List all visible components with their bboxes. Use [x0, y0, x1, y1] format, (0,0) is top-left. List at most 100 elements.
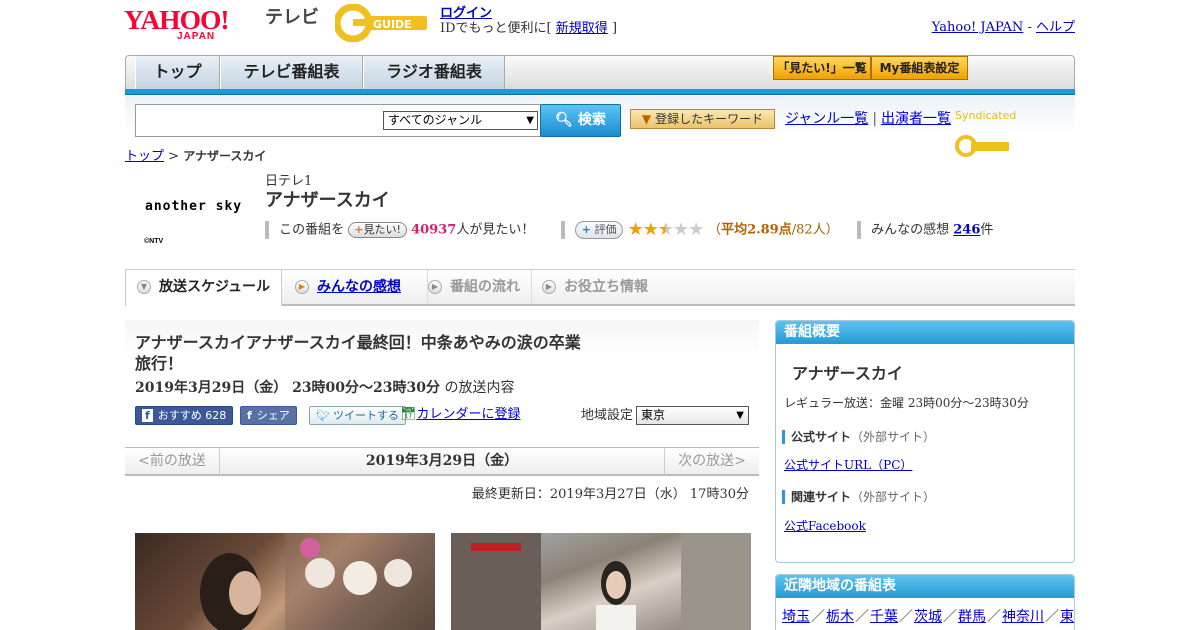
chevron-down-icon: ▼: [137, 280, 151, 294]
search-link-sep: |: [872, 111, 878, 127]
region-link-tochigi[interactable]: 栃木: [826, 609, 854, 625]
facebook-icon: f: [142, 409, 153, 422]
region-link-ibaraki[interactable]: 茨城: [914, 609, 942, 625]
facebook-share-button[interactable]: f シェア: [240, 406, 297, 425]
average-score: 平均2.89点: [721, 222, 792, 238]
subtab-schedule[interactable]: ▼ 放送スケジュール: [125, 270, 282, 306]
genre-select[interactable]: すべてのジャンル ▼: [383, 111, 538, 130]
rate-button-label: 評価: [594, 223, 617, 236]
cast-list-link[interactable]: 出演者一覧: [881, 111, 951, 127]
last-updated: 最終更新日：2019年3月27日（水） 17時30分: [471, 487, 749, 502]
episode-photo-art: [451, 533, 751, 630]
official-site-link[interactable]: 公式サイトURL（PC）: [784, 456, 912, 473]
current-broadcast-date: 2019年3月29日（金）: [365, 453, 519, 469]
facebook-icon: f: [247, 409, 252, 422]
login-link[interactable]: ログイン: [440, 6, 492, 21]
genre-select-value: すべてのジャンル: [388, 113, 483, 127]
genre-list-link[interactable]: ジャンル一覧: [785, 111, 868, 127]
nearby-region-list: 埼玉／栃木／千葉／茨城／群馬／神奈川／東: [782, 609, 1074, 625]
tweet-button[interactable]: 🐦︎ ツイートする: [309, 406, 406, 425]
dropdown-arrow-icon: ▼: [526, 115, 534, 126]
official-facebook-link[interactable]: 公式Facebook: [784, 517, 866, 534]
yahoo-japan-logo[interactable]: YAHOO! JAPAN: [124, 6, 261, 42]
search-button-label: 検索: [577, 112, 606, 128]
region-link-chiba[interactable]: 千葉: [870, 609, 898, 625]
next-broadcast-button[interactable]: 次の放送>: [664, 448, 759, 475]
svg-text:GUIDE: GUIDE: [373, 18, 412, 31]
gguide-small-icon: [955, 135, 1009, 157]
episode-title: アナザースカイアナザースカイ最終回！中条あやみの涙の卒業旅行！: [135, 333, 581, 373]
program-title: アナザースカイ: [265, 190, 390, 211]
subtab-flow[interactable]: ▶ 番組の流れ: [427, 270, 537, 304]
average-count: /82人）: [791, 222, 839, 238]
help-link[interactable]: ヘルプ: [1036, 20, 1075, 35]
rate-button[interactable]: + 評価: [574, 221, 624, 239]
official-site-note: （外部サイト）: [851, 430, 936, 444]
episode-photo: [451, 533, 751, 630]
keyword-button-label: 登録したキーワード: [655, 112, 764, 126]
triangle-down-icon: ▼: [641, 112, 652, 126]
twitter-bird-icon: 🐦︎: [316, 409, 330, 422]
subtab-impressions[interactable]: ▶ みんなの感想: [295, 270, 425, 304]
tweet-label: ツイートする: [332, 409, 399, 422]
related-site-heading: 関連サイト（外部サイト）: [782, 490, 935, 504]
station-name: 日テレ1: [265, 174, 313, 189]
plus-icon: +: [581, 223, 591, 236]
want-button-label: 見たい!: [363, 223, 401, 236]
breadcrumb-home[interactable]: トップ: [125, 149, 164, 164]
broadcast-pager: <前の放送 2019年3月29日（金） 次の放送>: [125, 447, 759, 476]
yahoo-japan-link[interactable]: Yahoo! JAPAN: [932, 20, 1024, 35]
impressions-count-link[interactable]: 246: [953, 223, 980, 238]
region-label: 地域設定: [581, 408, 634, 423]
facebook-recommend-button[interactable]: f おすすめ 628: [135, 406, 234, 425]
facebook-share-label: シェア: [256, 409, 290, 422]
episode-date-suffix: の放送内容: [440, 380, 515, 396]
want-count: 40937: [411, 222, 457, 238]
region-link-tokyo[interactable]: 東: [1060, 609, 1074, 625]
tv-label[interactable]: テレビ: [265, 7, 319, 29]
search-links: ジャンル一覧 | 出演者一覧: [785, 109, 951, 129]
tab-top[interactable]: トップ: [135, 56, 220, 90]
tab-radio-schedule[interactable]: ラジオ番組表: [363, 56, 505, 90]
calendar-register-link[interactable]: カレンダーに登録: [417, 407, 521, 422]
episode-photo: [135, 533, 435, 630]
program-overview-panel: 番組概要 アナザースカイ レギュラー放送：金曜 23時00分～23時30分 公式…: [775, 320, 1075, 563]
episode-photo-art: [200, 533, 435, 630]
chevron-right-icon: ▶: [295, 280, 309, 294]
average-open: （: [708, 222, 722, 238]
keyword-button[interactable]: ▼ 登録したキーワード: [630, 109, 775, 129]
star-icon: ★: [642, 219, 659, 240]
region-link-saitama[interactable]: 埼玉: [782, 609, 810, 625]
calendar-register[interactable]: 📅︎カレンダーに登録: [400, 406, 521, 424]
subtab-useful-info[interactable]: ▶ お役立ち情報: [531, 270, 671, 304]
nearby-regions-panel: 近隣地域の番組表 埼玉／栃木／千葉／茨城／群馬／神奈川／東: [775, 574, 1075, 630]
facebook-count: 628: [205, 409, 227, 422]
tab-tv-schedule[interactable]: テレビ番組表: [220, 56, 363, 90]
divider: [856, 221, 861, 239]
subtab-flow-label: 番組の流れ: [450, 279, 520, 295]
breadcrumb-current: アナザースカイ: [183, 149, 267, 163]
star-empty-icon: ★: [688, 219, 704, 240]
average-rating: （平均2.89点/82人）: [708, 223, 839, 238]
program-info: この番組を +見たい! 40937人が見たい！ + 評価 ★★★★★ （平均2.…: [265, 220, 1075, 240]
my-schedule-button[interactable]: My番組表設定: [871, 56, 968, 80]
subtab-schedule-label: 放送スケジュール: [159, 279, 271, 295]
program-logo: another sky: [145, 199, 243, 214]
plus-icon: +: [354, 223, 364, 236]
want-list-button[interactable]: 「見たい!」一覧: [773, 56, 871, 80]
region-select[interactable]: 東京 ▼: [636, 406, 749, 425]
nav-underline: [125, 89, 1075, 95]
signup-link[interactable]: 新規取得: [556, 21, 608, 36]
overview-title: アナザースカイ: [792, 364, 903, 383]
want-button[interactable]: +見たい!: [348, 222, 407, 238]
prev-broadcast-button[interactable]: <前の放送: [125, 448, 220, 475]
episode-time: 23時00分～23時30分: [287, 380, 441, 396]
nearby-heading: 近隣地域の番組表: [776, 575, 1074, 598]
rating-stars: ★★★★★: [628, 219, 708, 240]
program-subtabs: ▼ 放送スケジュール ▶ みんなの感想 ▶ 番組の流れ ▶ お役立ち情報: [125, 269, 1075, 306]
impressions-unit: 件: [980, 222, 994, 238]
region-link-kanagawa[interactable]: 神奈川: [1002, 609, 1044, 625]
calendar-icon: 📅︎: [400, 407, 417, 422]
search-button[interactable]: 🔍︎ 検索: [540, 104, 621, 137]
region-link-gunma[interactable]: 群馬: [958, 609, 986, 625]
